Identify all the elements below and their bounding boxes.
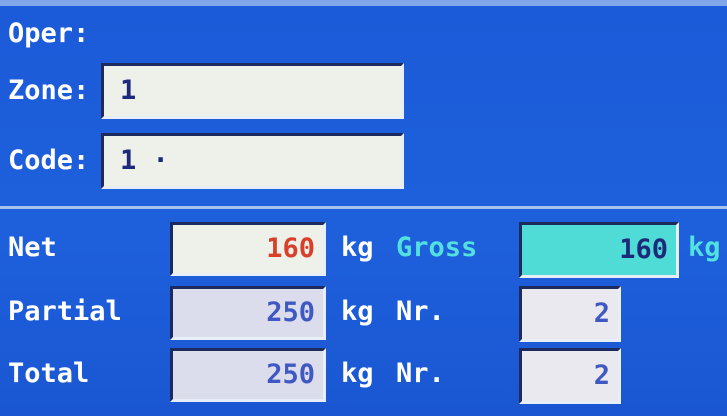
partial-label: Partial [8, 296, 122, 327]
partial-nr-value: 2 [593, 298, 610, 329]
code-field[interactable]: 1 · [101, 133, 404, 189]
oper-label: Oper: [8, 18, 90, 49]
total-label: Total [8, 358, 90, 389]
net-field: 160 [170, 222, 326, 276]
zone-field[interactable]: 1 [101, 63, 404, 119]
gross-label: Gross [396, 232, 478, 263]
total-nr-field: 2 [519, 348, 621, 404]
partial-value: 250 [266, 297, 315, 328]
total-field: 250 [170, 348, 326, 402]
weighing-terminal-screen: Oper: Zone: 1 Code: 1 · Net 160 kg Gross… [0, 0, 727, 416]
gross-unit: kg [688, 232, 721, 263]
partial-nr-label: Nr. [396, 296, 445, 327]
gross-value: 160 [619, 234, 668, 265]
partial-unit: kg [341, 296, 374, 327]
code-label: Code: [8, 145, 90, 176]
partial-field: 250 [170, 286, 326, 340]
total-nr-value: 2 [593, 360, 610, 391]
zone-label: Zone: [8, 75, 90, 106]
top-edge [0, 0, 727, 6]
total-nr-label: Nr. [396, 358, 445, 389]
total-value: 250 [266, 359, 315, 390]
net-value: 160 [266, 233, 315, 264]
section-divider [0, 206, 727, 209]
net-label: Net [8, 232, 57, 263]
partial-nr-field: 2 [519, 286, 621, 342]
zone-value: 1 [120, 75, 137, 106]
code-value: 1 · [120, 145, 169, 176]
net-unit: kg [341, 232, 374, 263]
total-unit: kg [341, 358, 374, 389]
gross-field: 160 [519, 222, 679, 278]
